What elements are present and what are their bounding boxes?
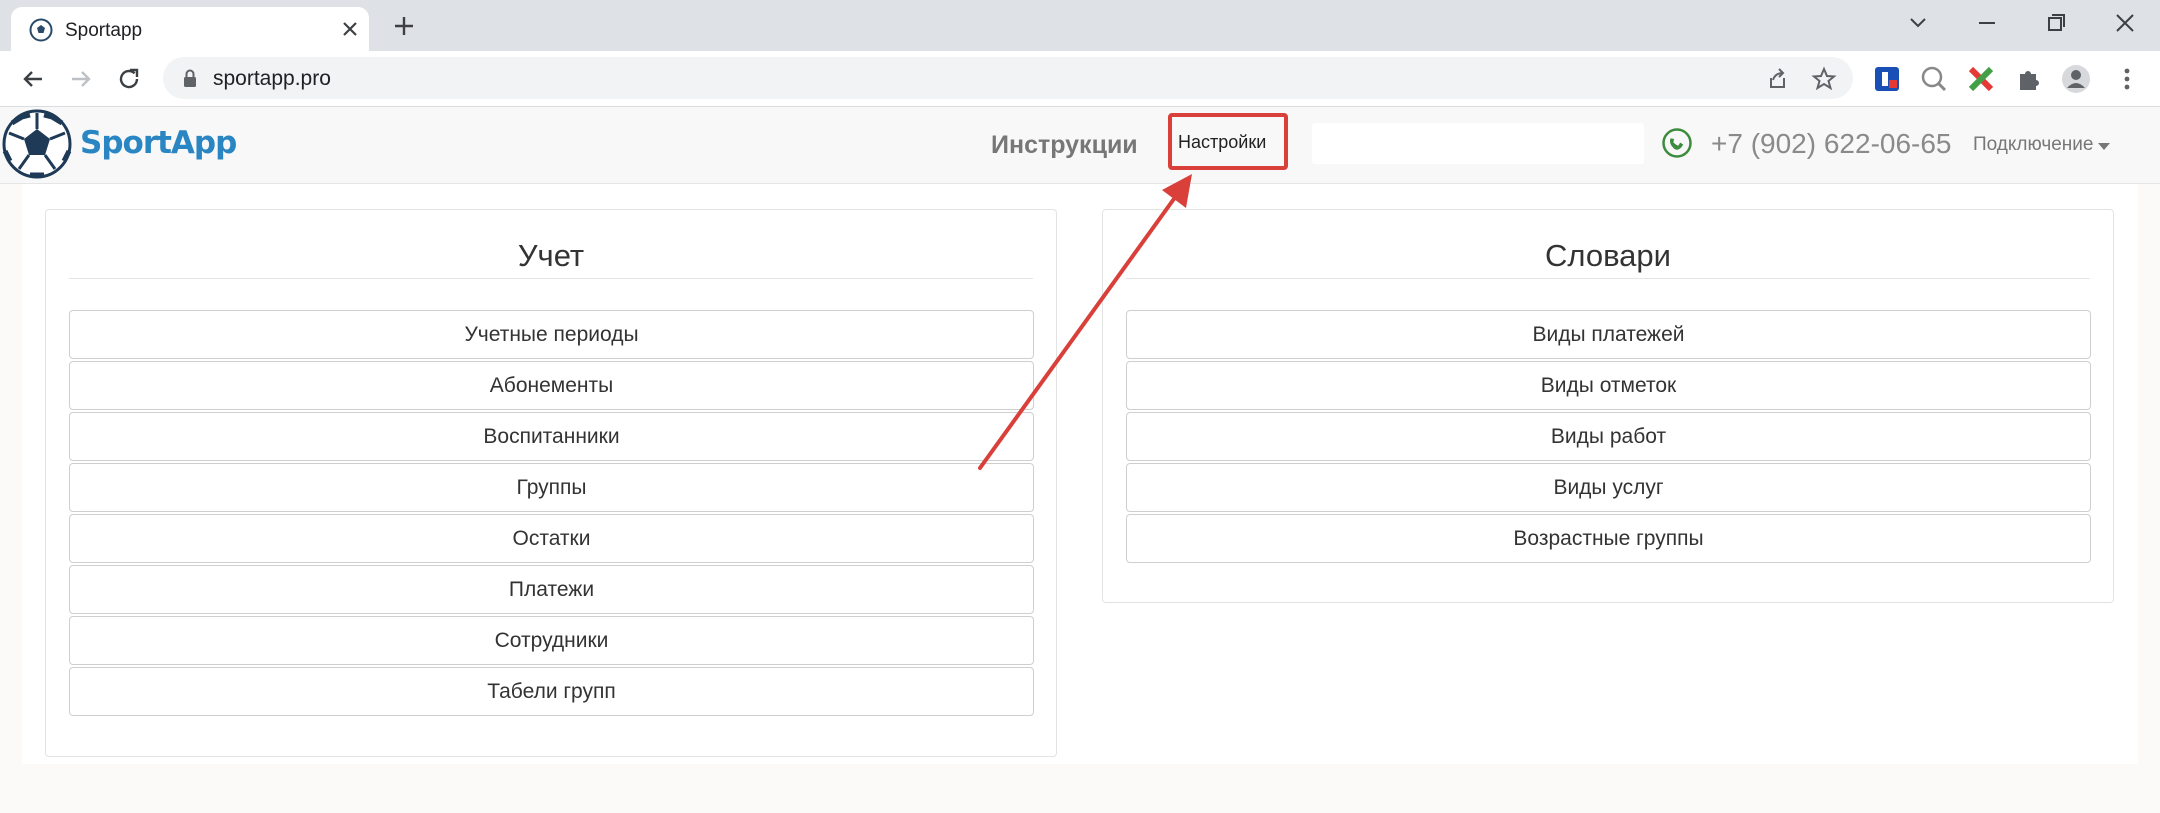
btn-service-types[interactable]: Виды услуг: [1126, 463, 2091, 512]
browser-menu-icon[interactable]: [2111, 63, 2143, 95]
btn-employees[interactable]: Сотрудники: [69, 616, 1034, 665]
nav-settings-highlight[interactable]: Настройки: [1168, 113, 1288, 170]
accounting-panel-title: Учет: [69, 238, 1033, 279]
btn-students[interactable]: Воспитанники: [69, 412, 1034, 461]
share-icon[interactable]: [1763, 65, 1791, 93]
lock-icon[interactable]: [181, 68, 199, 88]
tab-search-icon[interactable]: [1900, 8, 1936, 38]
browser-tabstrip: Sportapp: [0, 0, 2160, 51]
nav-instructions[interactable]: Инструкции: [991, 131, 1138, 160]
browser-toolbar: sportapp.pro: [0, 51, 2160, 107]
bookmark-star-icon[interactable]: [1810, 65, 1838, 93]
close-tab-icon[interactable]: [337, 16, 363, 42]
btn-subscriptions[interactable]: Абонементы: [69, 361, 1034, 410]
btn-age-groups[interactable]: Возрастные группы: [1126, 514, 2091, 563]
browser-tab[interactable]: Sportapp: [11, 7, 369, 51]
btn-balances[interactable]: Остатки: [69, 514, 1034, 563]
btn-work-types[interactable]: Виды работ: [1126, 412, 2091, 461]
profile-avatar-icon[interactable]: [2060, 63, 2092, 95]
back-icon[interactable]: [18, 64, 48, 94]
btn-groups[interactable]: Группы: [69, 463, 1034, 512]
header-search-input[interactable]: [1312, 123, 1644, 164]
connect-dropdown[interactable]: Подключение: [1973, 134, 2093, 156]
nav-settings-label[interactable]: Настройки: [1178, 132, 1266, 153]
extension-3-icon[interactable]: [1965, 63, 1997, 95]
site-header: SportApp Инструкции Настройки +7 (902) 6…: [0, 107, 2160, 184]
minimize-icon[interactable]: [1969, 8, 2005, 38]
btn-group-timesheets[interactable]: Табели групп: [69, 667, 1034, 716]
address-bar[interactable]: sportapp.pro: [163, 57, 1853, 99]
forward-icon[interactable]: [66, 64, 96, 94]
accounting-button-list: Учетные периоды Абонементы Воспитанники …: [69, 310, 1034, 718]
reload-icon[interactable]: [114, 64, 144, 94]
btn-payment-types[interactable]: Виды платежей: [1126, 310, 2091, 359]
btn-payments[interactable]: Платежи: [69, 565, 1034, 614]
phone-number[interactable]: +7 (902) 622-06-65: [1711, 128, 1952, 160]
brand-name[interactable]: SportApp: [80, 125, 237, 161]
url-text[interactable]: sportapp.pro: [213, 67, 331, 91]
dictionaries-panel-title: Словари: [1126, 238, 2090, 279]
soccer-ball-logo[interactable]: [2, 109, 72, 179]
dictionaries-panel: Словари Виды платежей Виды отметок Виды …: [1102, 209, 2114, 603]
new-tab-icon[interactable]: [389, 11, 419, 41]
main-content: Учет Учетные периоды Абонементы Воспитан…: [22, 184, 2138, 764]
dictionaries-button-list: Виды платежей Виды отметок Виды работ Ви…: [1126, 310, 2091, 565]
extension-1-icon[interactable]: [1871, 63, 1903, 95]
btn-accounting-periods[interactable]: Учетные периоды: [69, 310, 1034, 359]
accounting-panel: Учет Учетные периоды Абонементы Воспитан…: [45, 209, 1057, 757]
chevron-down-icon[interactable]: [2098, 143, 2110, 150]
soccer-ball-icon: [29, 18, 53, 42]
btn-mark-types[interactable]: Виды отметок: [1126, 361, 2091, 410]
extension-2-icon[interactable]: [1918, 63, 1950, 95]
restore-icon[interactable]: [2038, 8, 2074, 38]
phone-icon: [1662, 128, 1692, 158]
tab-title: Sportapp: [65, 20, 143, 41]
extensions-puzzle-icon[interactable]: [2012, 63, 2044, 95]
close-window-icon[interactable]: [2107, 8, 2143, 38]
